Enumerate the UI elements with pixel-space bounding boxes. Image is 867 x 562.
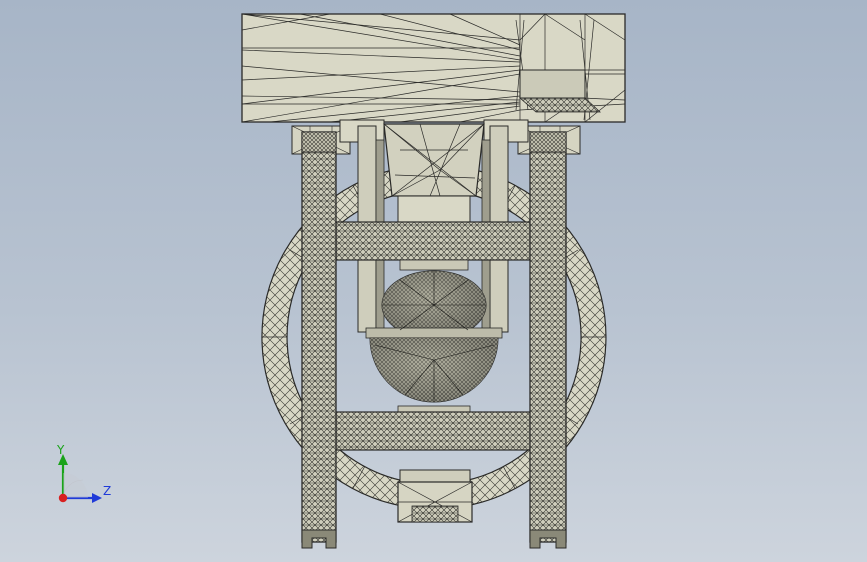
z-axis-label: Z <box>103 484 112 498</box>
camera-sphere[interactable] <box>365 270 503 403</box>
center-gearbox[interactable] <box>383 123 485 223</box>
right-leg[interactable] <box>529 131 567 549</box>
wireframe-model[interactable] <box>0 0 867 562</box>
left-leg[interactable] <box>301 131 337 549</box>
top-housing[interactable] <box>241 13 626 123</box>
orientation-triad[interactable]: Y Z <box>48 440 118 510</box>
y-axis-label: Y <box>57 443 65 457</box>
bottom-mount-box[interactable] <box>397 469 473 523</box>
lower-cross-band[interactable] <box>335 405 533 451</box>
graphics-viewport[interactable]: Y Z <box>0 0 867 562</box>
